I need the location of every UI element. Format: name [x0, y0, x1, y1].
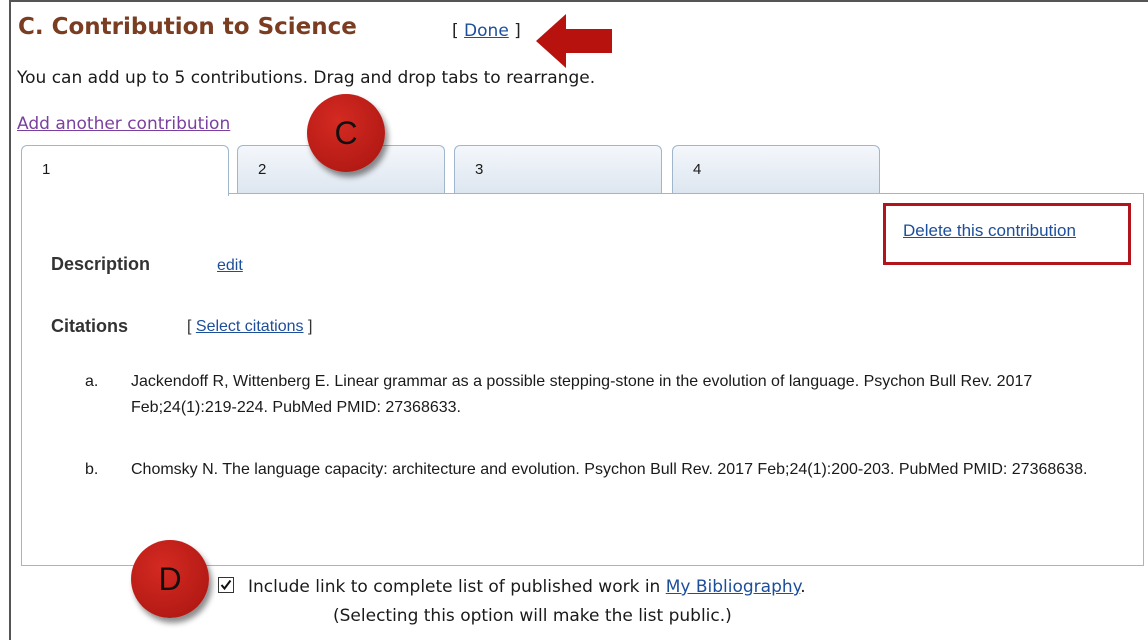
red-left-arrow-icon: [536, 14, 612, 68]
annotation-badge-d: D: [131, 540, 209, 618]
public-list-note: (Selecting this option will make the lis…: [333, 606, 732, 626]
bibliography-option: Include link to complete list of publish…: [218, 576, 806, 597]
tab-2-label: 2: [258, 161, 267, 178]
section-title: C. Contribution to Science: [18, 14, 357, 40]
intro-text: You can add up to 5 contributions. Drag …: [17, 68, 596, 88]
bibliography-label-before: Include link to complete list of publish…: [248, 577, 666, 597]
annotation-badge-c: C: [307, 94, 385, 172]
citation-text: Chomsky N. The language capacity: archit…: [131, 461, 1088, 478]
citation-item: a. Jackendoff R, Wittenberg E. Linear gr…: [85, 369, 1095, 429]
bibliography-label-after: .: [800, 577, 806, 597]
citation-marker: a.: [85, 373, 99, 390]
tab-3[interactable]: 3: [454, 145, 662, 193]
badge-d-label: D: [158, 560, 182, 597]
tab-4-label: 4: [693, 161, 702, 178]
citation-marker: b.: [85, 461, 99, 478]
done-bracket-close: ]: [508, 21, 521, 41]
add-contribution-link-wrap: Add another contribution: [17, 114, 230, 134]
badge-c-label: C: [334, 114, 358, 151]
description-label: Description: [51, 254, 151, 274]
delete-highlight-box: Delete this contribution: [883, 203, 1131, 265]
citation-text: Jackendoff R, Wittenberg E. Linear gramm…: [131, 373, 1033, 416]
select-bracket-close: ]: [303, 318, 313, 335]
description-edit-link[interactable]: edit: [217, 257, 243, 274]
citations-label: Citations: [51, 316, 129, 336]
include-bibliography-checkbox[interactable]: [218, 577, 234, 593]
delete-contribution-link[interactable]: Delete this contribution: [903, 221, 1076, 241]
done-control: [ Done ]: [452, 21, 521, 41]
checkmark-icon: [220, 579, 232, 591]
my-bibliography-link[interactable]: My Bibliography: [666, 577, 801, 597]
select-bracket-open: [: [187, 318, 196, 335]
tab-4[interactable]: 4: [672, 145, 880, 193]
description-edit-wrap: edit: [217, 257, 243, 275]
select-citations-link[interactable]: Select citations: [196, 318, 304, 335]
done-bracket-open: [: [452, 21, 465, 41]
done-link[interactable]: Done: [464, 21, 509, 41]
tab-3-label: 3: [475, 161, 484, 178]
tab-1[interactable]: 1: [21, 145, 229, 196]
tab-1-label: 1: [42, 161, 51, 178]
add-contribution-link[interactable]: Add another contribution: [17, 114, 230, 134]
citation-item: b. Chomsky N. The language capacity: arc…: [85, 457, 1095, 517]
select-citations-control: [ Select citations ]: [187, 318, 312, 336]
